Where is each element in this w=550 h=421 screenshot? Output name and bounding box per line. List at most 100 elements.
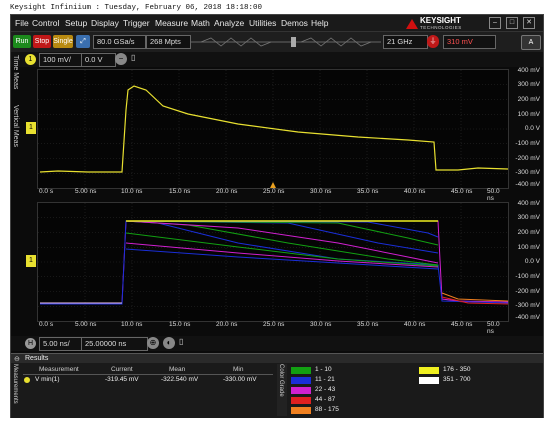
minimize-button[interactable]: – <box>489 17 501 29</box>
color-bin: 351 - 700 <box>419 376 529 385</box>
horizontal-icon[interactable]: H <box>25 338 36 349</box>
upper-time-scale: 0.0 s 5.00 ns 10.0 ns 15.0 ns 20.0 ns 25… <box>37 188 507 202</box>
color-bin: 22 - 43 <box>291 386 401 395</box>
timebase-scale-field[interactable]: 5.00 ns/ <box>39 337 82 351</box>
color-swatch <box>419 367 439 374</box>
color-bin: 176 - 350 <box>419 366 529 375</box>
memory-depth-field[interactable]: 268 Mpts <box>146 35 191 49</box>
t-label: 20.0 ns <box>216 188 238 195</box>
channel-menu-icon[interactable]: ▯ <box>131 53 139 65</box>
trigger-level-field[interactable]: 310 mV <box>443 35 496 49</box>
measurements-tab[interactable]: Measurements <box>12 364 18 416</box>
v-label: -300 mV <box>515 302 540 309</box>
color-bin-label: 351 - 700 <box>443 376 471 383</box>
timebase-menu-icon[interactable]: ▯ <box>179 337 187 349</box>
channel-1-badge[interactable]: 1 <box>25 54 36 65</box>
run-button[interactable]: Run <box>13 35 31 48</box>
color-bin: 44 - 87 <box>291 396 401 405</box>
t-label: 45.0 ns <box>451 188 473 195</box>
menu-display[interactable]: Display <box>91 18 119 28</box>
collapse-icon[interactable]: ⊖ <box>14 355 20 363</box>
upper-waveform-area[interactable]: 1 <box>26 69 509 189</box>
menu-setup[interactable]: Setup <box>65 18 87 28</box>
bandwidth-field[interactable]: 21 GHz <box>383 35 428 49</box>
menu-control[interactable]: Control <box>32 18 59 28</box>
keysight-wave-icon <box>406 19 418 29</box>
sample-rate-field[interactable]: 80.0 GSa/s <box>93 35 146 49</box>
autoscale-icon[interactable]: ⤢ <box>76 35 90 48</box>
trigger-icon[interactable]: ⏚ <box>427 35 439 48</box>
color-swatch <box>419 377 439 384</box>
menu-trigger[interactable]: Trigger <box>123 18 150 28</box>
stop-button[interactable]: Stop <box>33 35 51 48</box>
t-label: 25.0 ns <box>263 188 285 195</box>
t-label: 10.0 ns <box>121 188 143 195</box>
vertical-meas-tab[interactable]: Vertical Meas <box>12 105 19 165</box>
menu-utilities[interactable]: Utilities <box>249 18 276 28</box>
menu-help[interactable]: Help <box>311 18 328 28</box>
close-button[interactable]: ✕ <box>523 17 535 29</box>
measurement-current: -319.45 mV <box>105 376 139 383</box>
results-divider <box>23 374 273 375</box>
color-bin-label: 44 - 87 <box>315 396 336 403</box>
waveform-overview[interactable] <box>191 36 381 48</box>
menu-math[interactable]: Math <box>191 18 210 28</box>
color-bin-label: 11 - 21 <box>315 376 335 383</box>
timebase-position-field[interactable]: 25.00000 ns <box>81 337 148 351</box>
menu-demos[interactable]: Demos <box>281 18 308 28</box>
delay-icon[interactable]: ◐ <box>163 337 175 349</box>
v-label: 100 mV <box>517 111 540 118</box>
color-bin-label: 176 - 350 <box>443 366 471 373</box>
results-header-bar: ⊖ Results <box>11 354 543 363</box>
table-row[interactable]: V min(1) -319.45 mV -322.540 mV -330.00 … <box>23 376 273 385</box>
measurement-name: V min(1) <box>35 376 60 383</box>
results-tab[interactable]: Results <box>25 355 48 362</box>
color-grade-tab[interactable]: Color Grade <box>278 364 284 416</box>
color-swatch <box>291 367 311 374</box>
v-label: 100 mV <box>517 244 540 251</box>
upper-vertical-scale: 400 mV 300 mV 200 mV 100 mV 0.0 V -100 m… <box>507 67 543 188</box>
color-grade-side: Color Grade <box>277 364 287 416</box>
v-label: -400 mV <box>515 181 540 188</box>
channel-dot-icon <box>24 377 30 383</box>
t-label: 15.0 ns <box>169 188 191 195</box>
v-label: -200 mV <box>515 155 540 162</box>
color-bin-label: 1 - 10 <box>315 366 332 373</box>
t-label: 50.0 ns <box>487 188 500 202</box>
color-swatch <box>291 407 311 414</box>
measurement-min: -330.00 mV <box>223 376 257 383</box>
menu-analyze[interactable]: Analyze <box>214 18 244 28</box>
channel-scale-field[interactable]: 100 mV/ <box>39 53 82 67</box>
t-label: 5.00 ns <box>75 188 97 195</box>
maximize-button[interactable]: □ <box>506 17 518 29</box>
channel-1-marker-lower-icon[interactable]: 1 <box>26 255 36 267</box>
zoom-icon[interactable]: ⊕ <box>147 337 159 349</box>
menu-measure[interactable]: Measure <box>155 18 188 28</box>
menu-file[interactable]: File <box>15 18 29 28</box>
t-label: 5.00 ns <box>75 321 97 328</box>
logo-sub: TECHNOLOGIES <box>420 25 462 30</box>
lower-vertical-scale: 400 mV 300 mV 200 mV 100 mV 0.0 V -100 m… <box>507 200 543 321</box>
remove-channel-icon[interactable]: − <box>115 53 127 65</box>
v-label: -400 mV <box>515 314 540 321</box>
t-label: 40.0 ns <box>404 321 426 328</box>
v-label: 400 mV <box>517 200 540 207</box>
v-label: 400 mV <box>517 67 540 74</box>
timebase-bar: H 5.00 ns/ 25.00000 ns ⊕ ◐ ▯ <box>11 336 543 351</box>
color-swatch <box>291 387 311 394</box>
lower-waveform-area[interactable]: 1 <box>26 202 509 322</box>
logo-name: KEYSIGHT <box>420 16 461 25</box>
t-label: 40.0 ns <box>404 188 426 195</box>
v-label: 200 mV <box>517 229 540 236</box>
channel-1-marker-icon[interactable]: 1 <box>26 122 36 134</box>
channel-offset-field[interactable]: 0.0 V <box>81 53 116 67</box>
single-button[interactable]: Single <box>53 35 73 48</box>
v-label: 0.0 V <box>524 125 540 132</box>
time-meas-tab[interactable]: Time Meas <box>12 55 19 95</box>
channel-row: 1 100 mV/ 0.0 V − ▯ <box>11 52 543 67</box>
autoscale-button[interactable]: A <box>521 35 541 50</box>
col-current: Current <box>111 366 133 373</box>
v-label: 300 mV <box>517 81 540 88</box>
t-label: 30.0 ns <box>310 188 332 195</box>
col-mean: Mean <box>169 366 186 373</box>
